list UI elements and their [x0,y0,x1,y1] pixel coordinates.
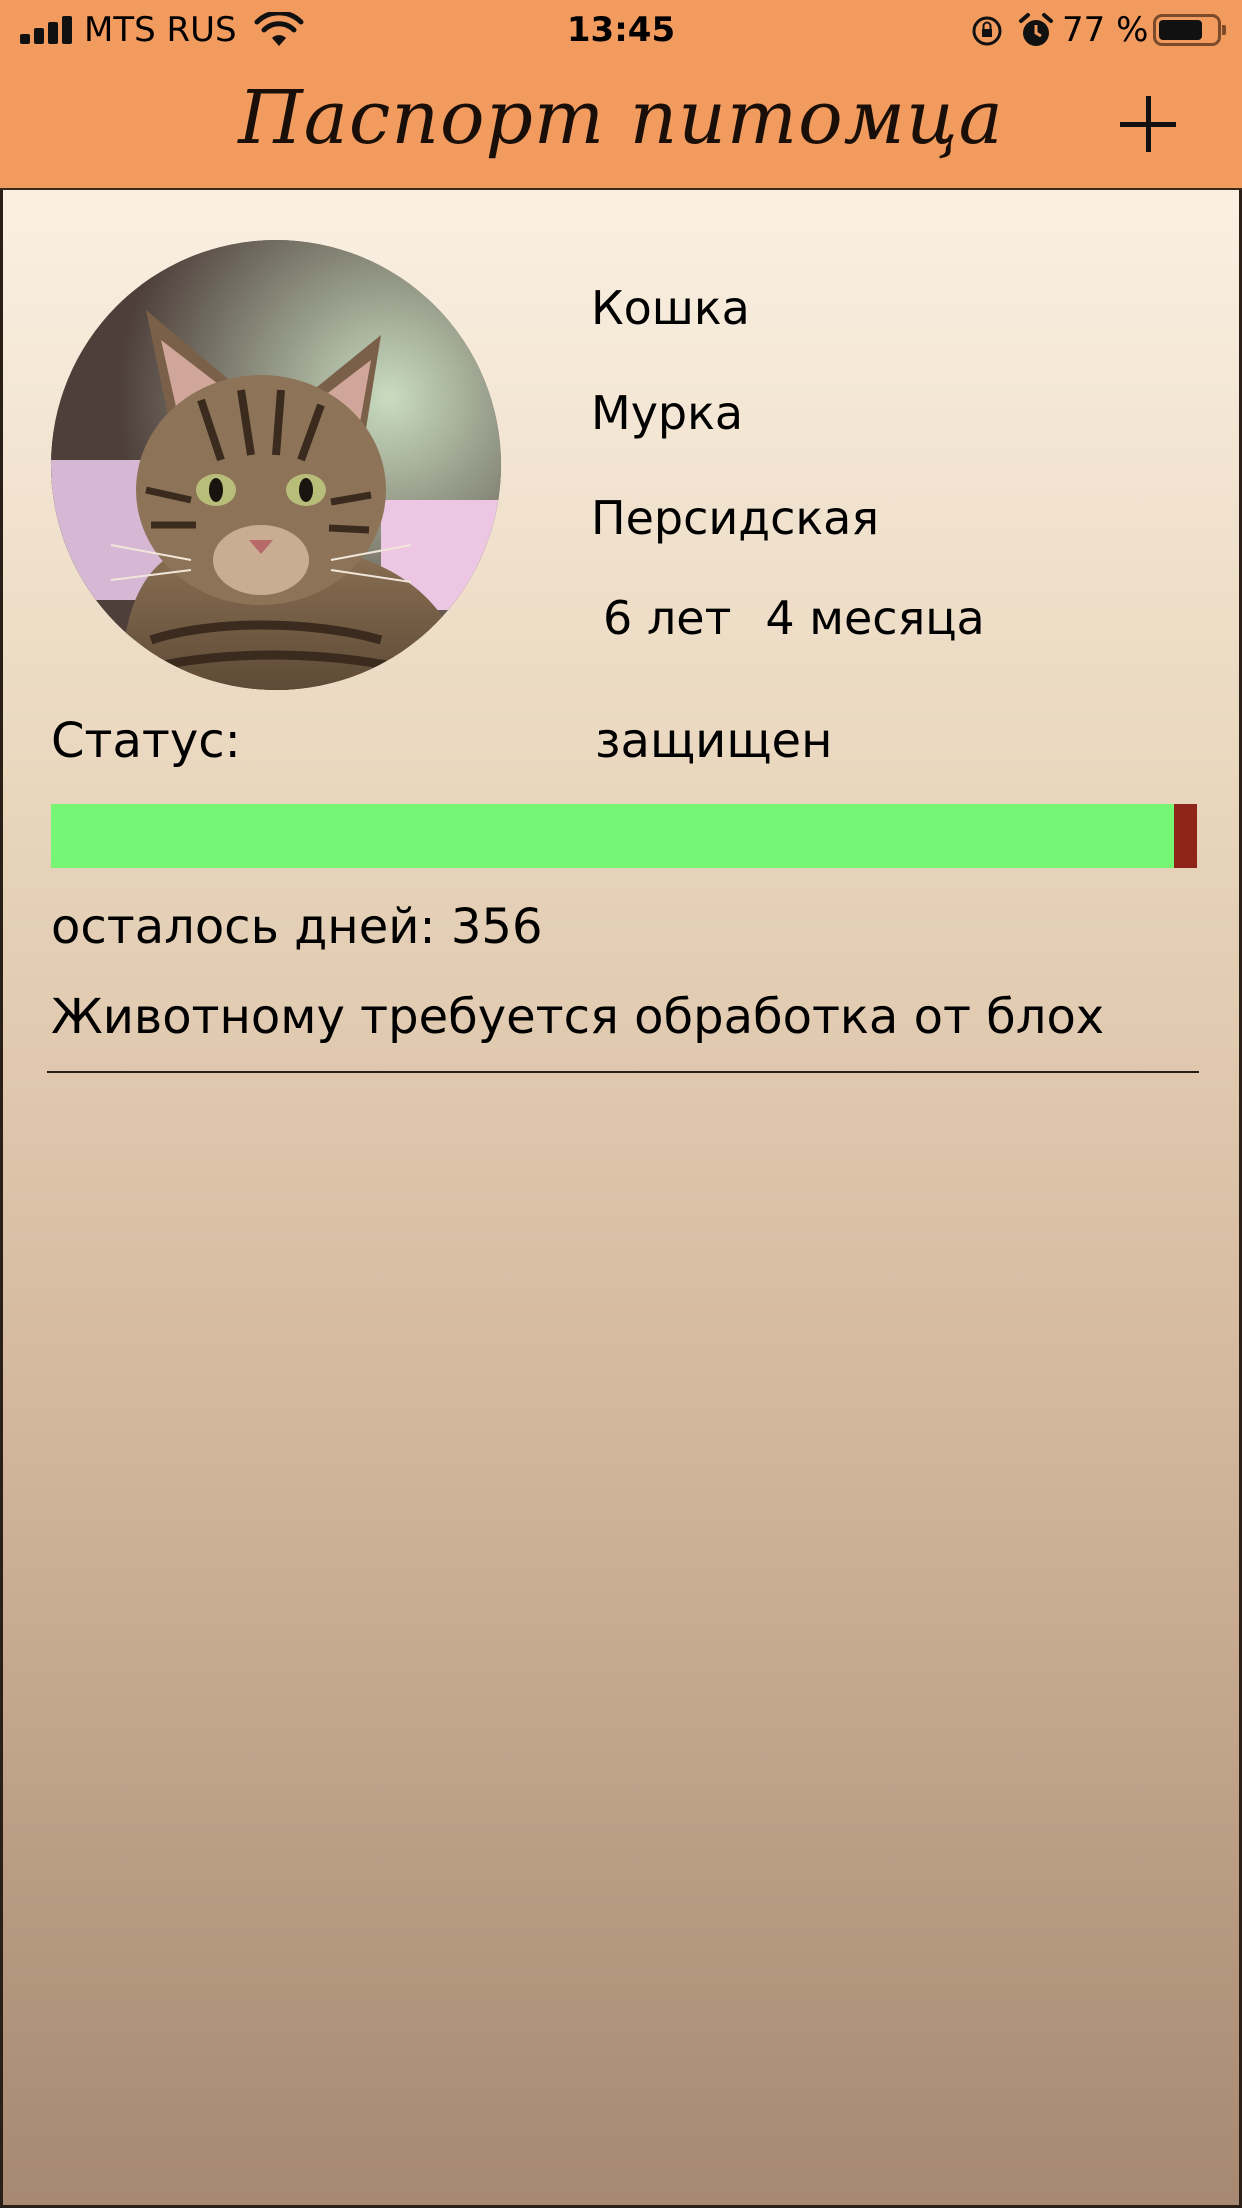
progress-fill [51,804,1174,868]
pet-avatar[interactable] [51,240,501,690]
page-title: Паспорт питомца [238,75,1004,161]
status-value: защищен [595,713,833,769]
battery-icon [1153,14,1226,46]
status-label: Статус: [51,713,241,769]
protection-progress-bar [51,804,1197,868]
pet-name: Мурка [591,386,744,440]
pet-age: 6 лет 4 месяца [603,590,1019,646]
days-remaining-label: осталось дней: [51,899,436,955]
days-remaining-value: 356 [450,899,543,955]
wifi-icon [254,12,304,46]
rotation-lock-icon [972,16,1002,46]
treatment-warning: Животному требуется обработка от блох [51,989,1105,1045]
pet-passport-screen: MTS RUS 13:45 77 % Паспорт питомца Кошка… [0,0,1242,2208]
cellular-signal-icon [20,16,74,44]
days-remaining: осталось дней: 356 [51,898,542,956]
alarm-icon [1019,13,1053,46]
clock: 13:45 [566,10,676,50]
pet-age-years: 6 лет [603,591,732,645]
carrier-name: MTS RUS [84,10,237,50]
pet-species: Кошка [591,281,750,335]
cat-photo-icon [51,240,501,690]
pet-age-months: 4 месяца [765,591,985,645]
battery-percentage: 77 % [1062,10,1149,50]
divider [47,1071,1199,1073]
top-bar: MTS RUS 13:45 77 % Паспорт питомца [0,0,1242,190]
pet-card: Кошка Мурка Персидская 6 лет 4 месяца Ста… [0,190,1242,2208]
status-bar: MTS RUS 13:45 77 % [0,0,1242,62]
add-pet-button[interactable] [1120,96,1176,152]
pet-breed: Персидская [591,491,880,545]
